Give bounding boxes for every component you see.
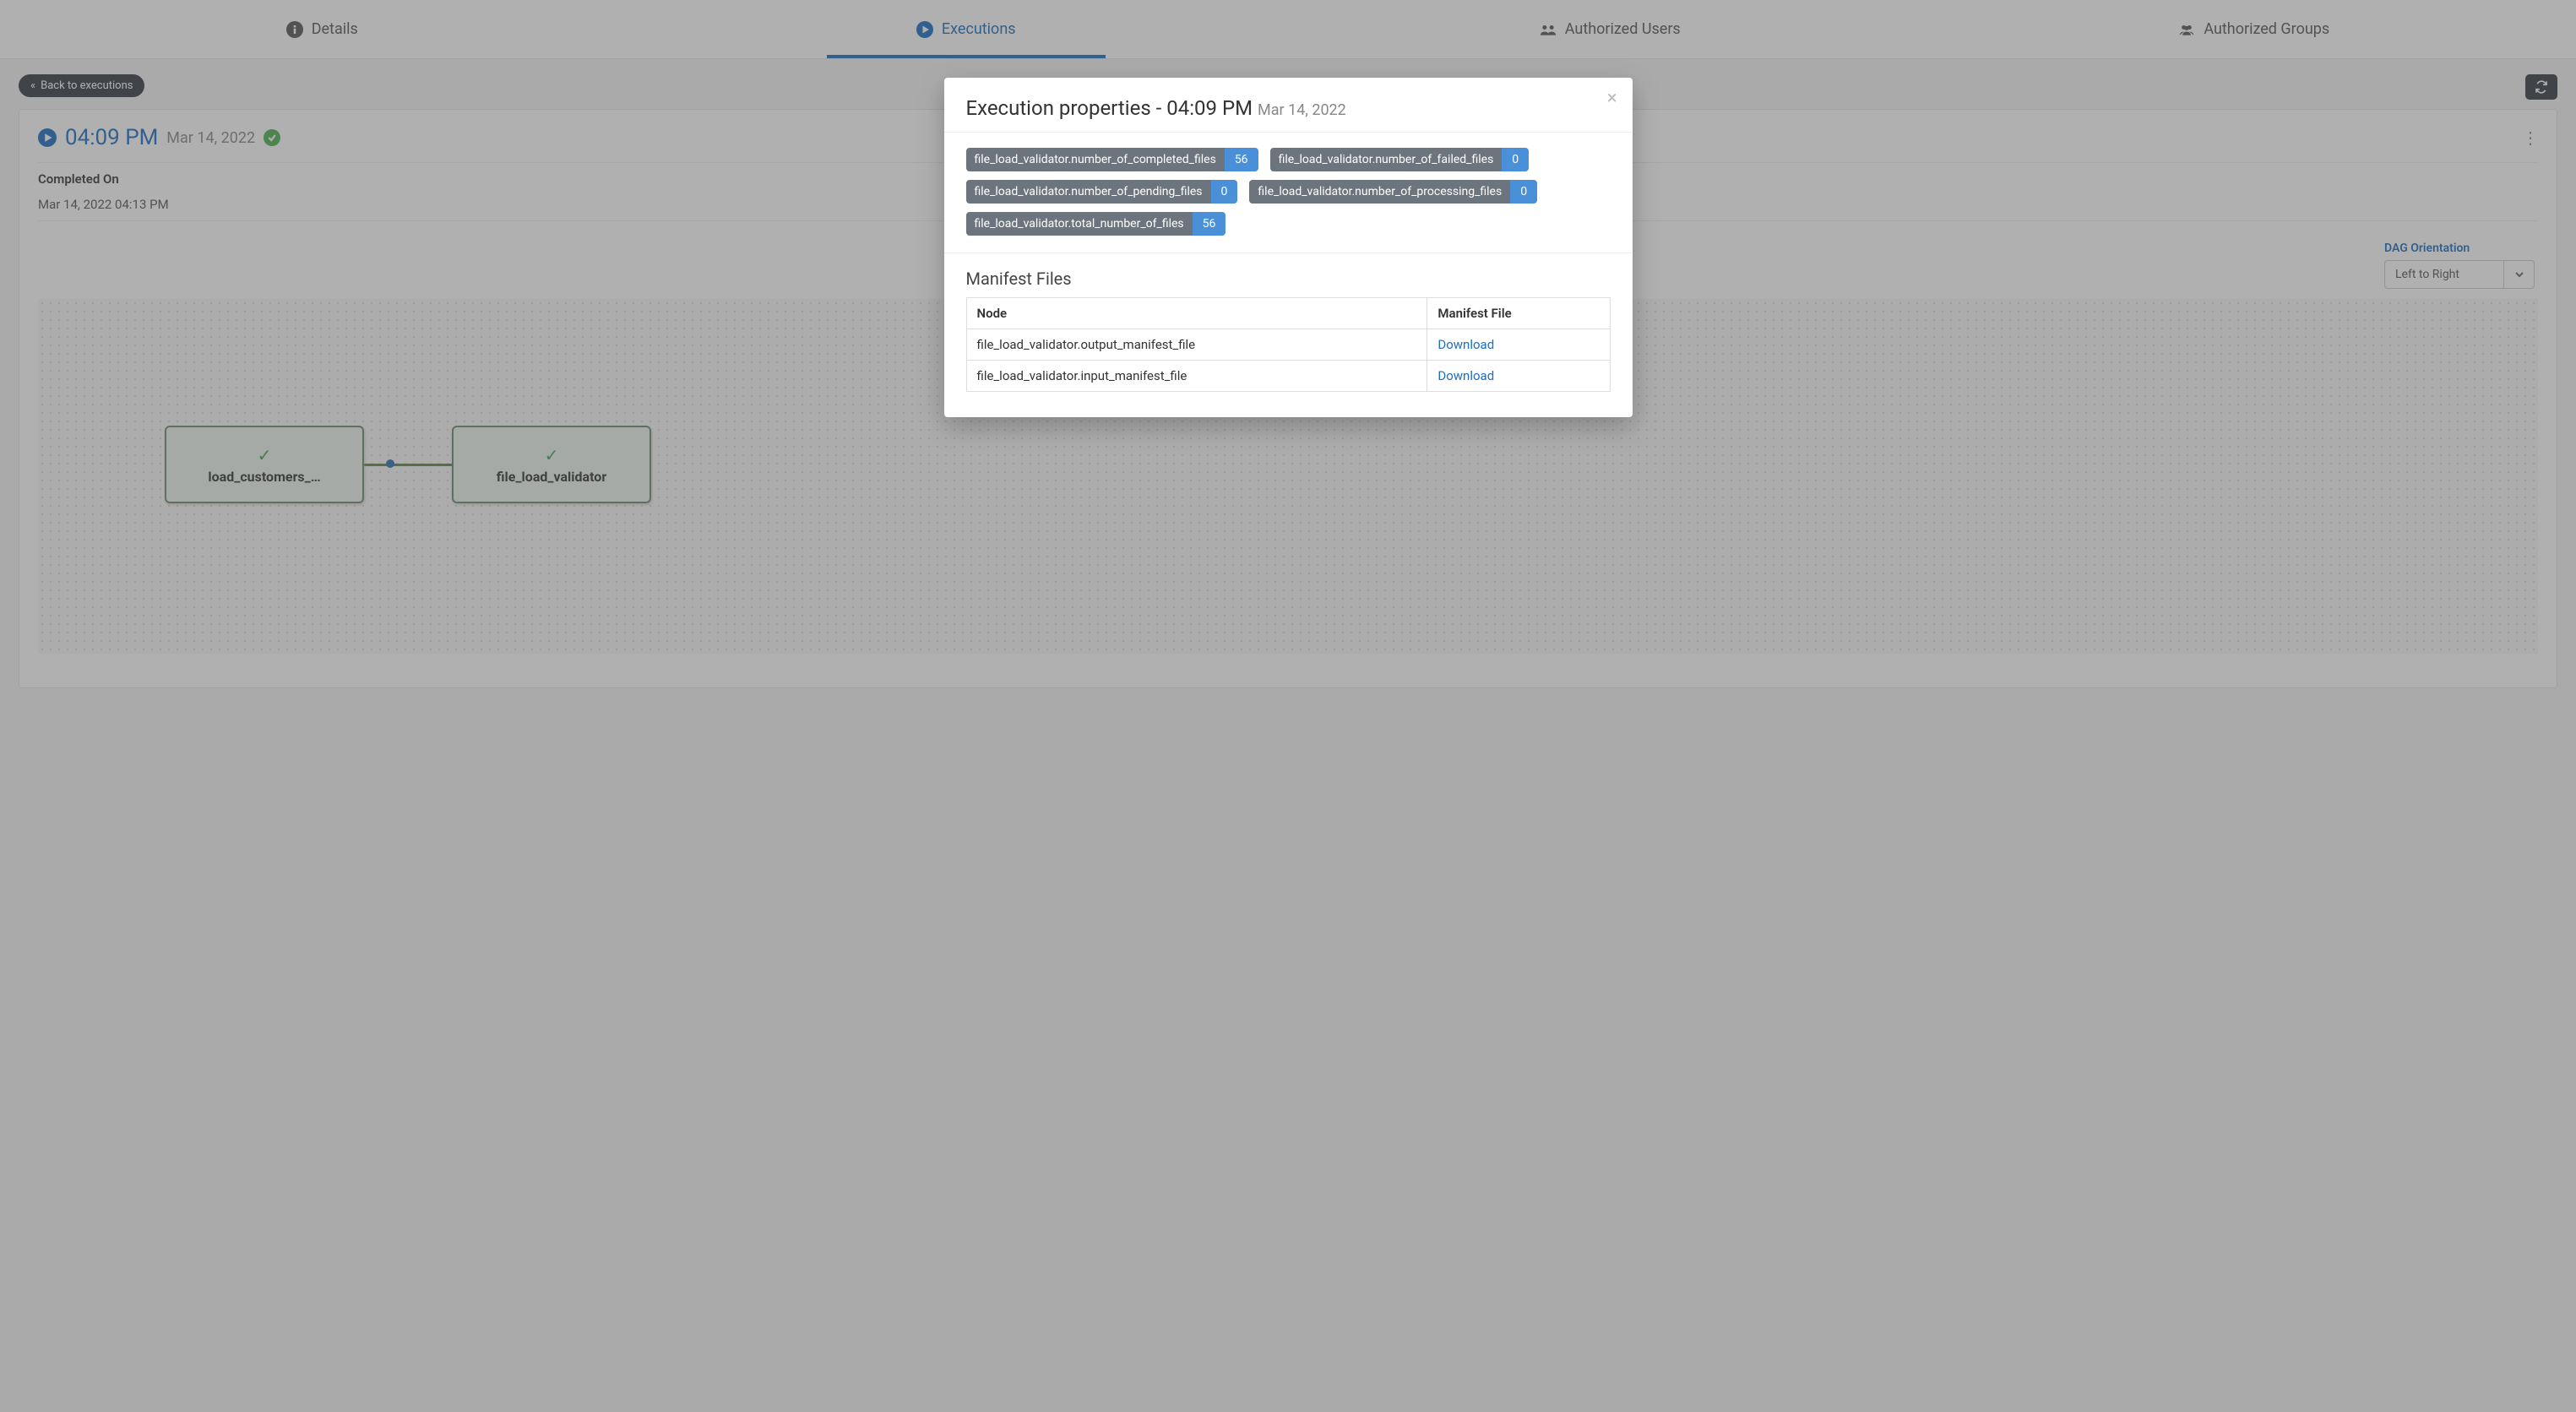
col-manifest-file: Manifest File <box>1427 298 1610 329</box>
pill-value: 56 <box>1193 212 1226 236</box>
divider <box>944 132 1633 133</box>
property-pill: file_load_validator.number_of_failed_fil… <box>1270 148 1530 171</box>
modal-title: Execution properties - 04:09 PM Mar 14, … <box>966 96 1611 120</box>
cell-node: file_load_validator.input_manifest_file <box>966 361 1427 392</box>
modal-title-date: Mar 14, 2022 <box>1258 101 1346 119</box>
close-button[interactable]: × <box>1607 90 1617 108</box>
col-node: Node <box>966 298 1427 329</box>
pill-value: 56 <box>1225 148 1258 171</box>
download-link[interactable]: Download <box>1437 368 1494 383</box>
property-pill: file_load_validator.number_of_processing… <box>1249 180 1537 204</box>
property-pill: file_load_validator.number_of_pending_fi… <box>966 180 1238 204</box>
pill-key: file_load_validator.number_of_failed_fil… <box>1270 148 1503 171</box>
modal-title-prefix: Execution properties - <box>966 96 1167 120</box>
pill-key: file_load_validator.number_of_completed_… <box>966 148 1225 171</box>
table-header-row: Node Manifest File <box>966 298 1610 329</box>
modal-title-time: 04:09 PM <box>1166 96 1253 120</box>
table-row: file_load_validator.output_manifest_file… <box>966 329 1610 361</box>
execution-properties-modal: × Execution properties - 04:09 PM Mar 14… <box>944 78 1633 417</box>
property-pill: file_load_validator.number_of_completed_… <box>966 148 1258 171</box>
pill-key: file_load_validator.total_number_of_file… <box>966 212 1193 236</box>
download-link[interactable]: Download <box>1437 337 1494 352</box>
cell-node: file_load_validator.output_manifest_file <box>966 329 1427 361</box>
manifest-table: Node Manifest File file_load_validator.o… <box>966 297 1611 392</box>
property-pills: file_load_validator.number_of_completed_… <box>966 148 1611 236</box>
property-pill: file_load_validator.total_number_of_file… <box>966 212 1226 236</box>
pill-value: 0 <box>1510 180 1537 204</box>
modal-overlay[interactable]: × Execution properties - 04:09 PM Mar 14… <box>0 0 2576 1412</box>
table-row: file_load_validator.input_manifest_file … <box>966 361 1610 392</box>
pill-value: 0 <box>1211 180 1238 204</box>
pill-value: 0 <box>1502 148 1529 171</box>
manifest-heading: Manifest Files <box>966 269 1611 289</box>
pill-key: file_load_validator.number_of_pending_fi… <box>966 180 1211 204</box>
pill-key: file_load_validator.number_of_processing… <box>1249 180 1510 204</box>
